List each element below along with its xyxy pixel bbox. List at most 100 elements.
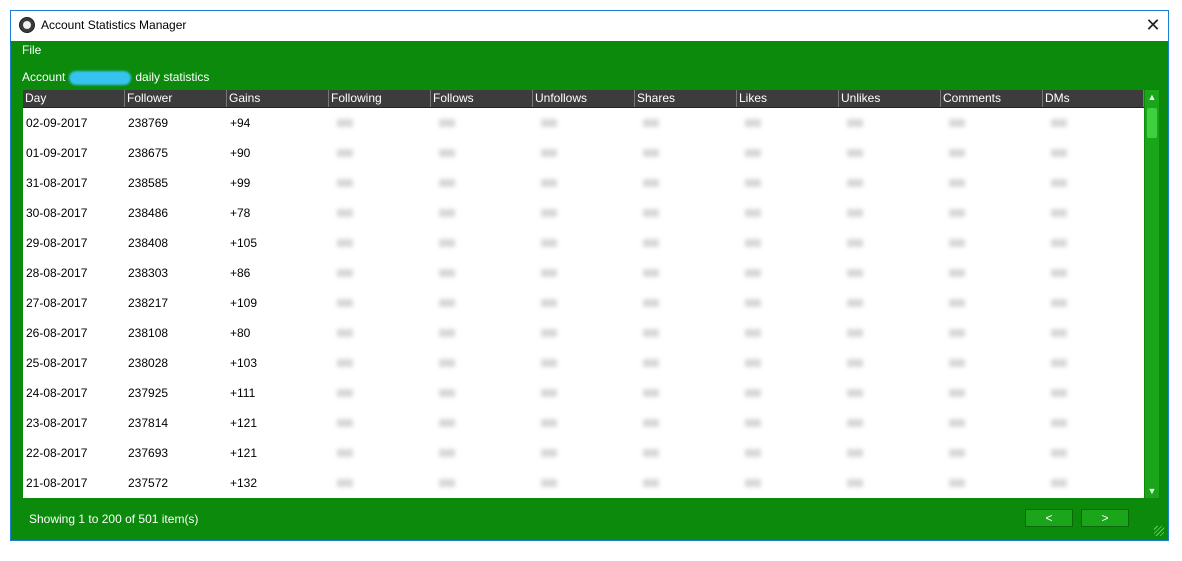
redacted-cell (533, 119, 635, 127)
table-cell: 02-09-2017 (26, 116, 88, 130)
redacted-cell (737, 299, 839, 307)
redacted-cell (839, 269, 941, 277)
column-header-day[interactable]: Day (23, 90, 125, 107)
scroll-thumb[interactable] (1147, 108, 1157, 138)
redacted-cell (431, 299, 533, 307)
table-cell: 26-08-2017 (26, 326, 88, 340)
redacted-cell (635, 299, 737, 307)
close-icon[interactable]: ✕ (1138, 11, 1168, 41)
column-header-likes[interactable]: Likes (737, 90, 839, 107)
redacted-cell (941, 119, 1043, 127)
table-cell: 238028 (128, 356, 169, 370)
column-header-dms[interactable]: DMs (1043, 90, 1144, 107)
table-cell: 238675 (128, 146, 169, 160)
scroll-down-icon[interactable]: ▼ (1145, 484, 1159, 498)
table-cell: +78 (230, 206, 251, 220)
redacted-cell (431, 209, 533, 217)
table-cell: 28-08-2017 (26, 266, 88, 280)
vertical-scrollbar[interactable]: ▲ ▼ (1145, 90, 1159, 498)
table-row[interactable]: 28-08-2017 238303 +86 (23, 258, 1144, 288)
redacted-cell (1043, 419, 1144, 427)
table-row[interactable]: 25-08-2017 238028 +103 (23, 348, 1144, 378)
statistics-table: Day Follower Gains Following Follows Unf… (23, 90, 1144, 498)
redacted-cell (839, 359, 941, 367)
column-header-comments[interactable]: Comments (941, 90, 1043, 107)
redacted-cell (737, 329, 839, 337)
redacted-cell (737, 269, 839, 277)
redacted-cell (941, 239, 1043, 247)
app-window: Account Statistics Manager ✕ File Accoun… (10, 10, 1169, 541)
scroll-up-icon[interactable]: ▲ (1145, 90, 1159, 104)
redacted-cell (941, 449, 1043, 457)
redacted-cell (431, 449, 533, 457)
table-row[interactable]: 30-08-2017 238486 +78 (23, 198, 1144, 228)
redacted-cell (1043, 209, 1144, 217)
redacted-cell (533, 419, 635, 427)
table-cell: +109 (230, 296, 258, 310)
redacted-cell (737, 119, 839, 127)
redacted-cell (737, 209, 839, 217)
redacted-cell (839, 239, 941, 247)
redacted-cell (839, 479, 941, 487)
redacted-cell (635, 329, 737, 337)
redacted-account-name (69, 70, 132, 85)
column-header-shares[interactable]: Shares (635, 90, 737, 107)
column-header-follower[interactable]: Follower (125, 90, 227, 107)
table-row[interactable]: 26-08-2017 238108 +80 (23, 318, 1144, 348)
table-cell: 238108 (128, 326, 169, 340)
table-cell: 238769 (128, 116, 169, 130)
redacted-cell (533, 209, 635, 217)
table-cell: +103 (230, 356, 258, 370)
redacted-cell (737, 419, 839, 427)
table-cell: 30-08-2017 (26, 206, 88, 220)
table-cell: 238585 (128, 176, 169, 190)
redacted-cell (1043, 149, 1144, 157)
redacted-cell (635, 149, 737, 157)
redacted-cell (431, 329, 533, 337)
column-header-unlikes[interactable]: Unlikes (839, 90, 941, 107)
redacted-cell (635, 359, 737, 367)
redacted-cell (1043, 239, 1144, 247)
column-header-follows[interactable]: Follows (431, 90, 533, 107)
table-row[interactable]: 27-08-2017 238217 +109 (23, 288, 1144, 318)
column-header-gains[interactable]: Gains (227, 90, 329, 107)
table-cell: +132 (230, 476, 258, 490)
table-row[interactable]: 29-08-2017 238408 +105 (23, 228, 1144, 258)
next-page-button[interactable]: > (1081, 509, 1129, 527)
table-row[interactable]: 22-08-2017 237693 +121 (23, 438, 1144, 468)
table-row[interactable]: 24-08-2017 237925 +111 (23, 378, 1144, 408)
table-cell: +121 (230, 416, 258, 430)
redacted-cell (635, 269, 737, 277)
table-row[interactable]: 23-08-2017 237814 +121 (23, 408, 1144, 438)
table-header: Day Follower Gains Following Follows Unf… (23, 90, 1144, 108)
redacted-cell (431, 119, 533, 127)
previous-page-button[interactable]: < (1025, 509, 1073, 527)
table-row[interactable]: 02-09-2017 238769 +94 (23, 108, 1144, 138)
status-text: Showing 1 to 200 of 501 item(s) (29, 512, 199, 526)
column-header-unfollows[interactable]: Unfollows (533, 90, 635, 107)
redacted-cell (839, 179, 941, 187)
redacted-cell (431, 149, 533, 157)
redacted-cell (737, 479, 839, 487)
table-row[interactable]: 31-08-2017 238585 +99 (23, 168, 1144, 198)
table-cell: +80 (230, 326, 251, 340)
menu-file[interactable]: File (22, 43, 41, 57)
redacted-cell (635, 419, 737, 427)
redacted-cell (533, 269, 635, 277)
redacted-cell (329, 299, 431, 307)
table-row[interactable]: 21-08-2017 237572 +132 (23, 468, 1144, 498)
redacted-cell (533, 389, 635, 397)
table-cell: +105 (230, 236, 258, 250)
table-cell: 21-08-2017 (26, 476, 88, 490)
table-cell: 29-08-2017 (26, 236, 88, 250)
redacted-cell (533, 479, 635, 487)
table-cell: 31-08-2017 (26, 176, 88, 190)
column-header-following[interactable]: Following (329, 90, 431, 107)
table-row[interactable]: 01-09-2017 238675 +90 (23, 138, 1144, 168)
table-body: 02-09-2017 238769 +94 01-09-2017 238675 +90 … (23, 108, 1144, 498)
table-cell: 238217 (128, 296, 169, 310)
redacted-cell (431, 389, 533, 397)
table-cell: +94 (230, 116, 251, 130)
resize-grip-icon[interactable] (1154, 526, 1164, 536)
redacted-cell (329, 479, 431, 487)
